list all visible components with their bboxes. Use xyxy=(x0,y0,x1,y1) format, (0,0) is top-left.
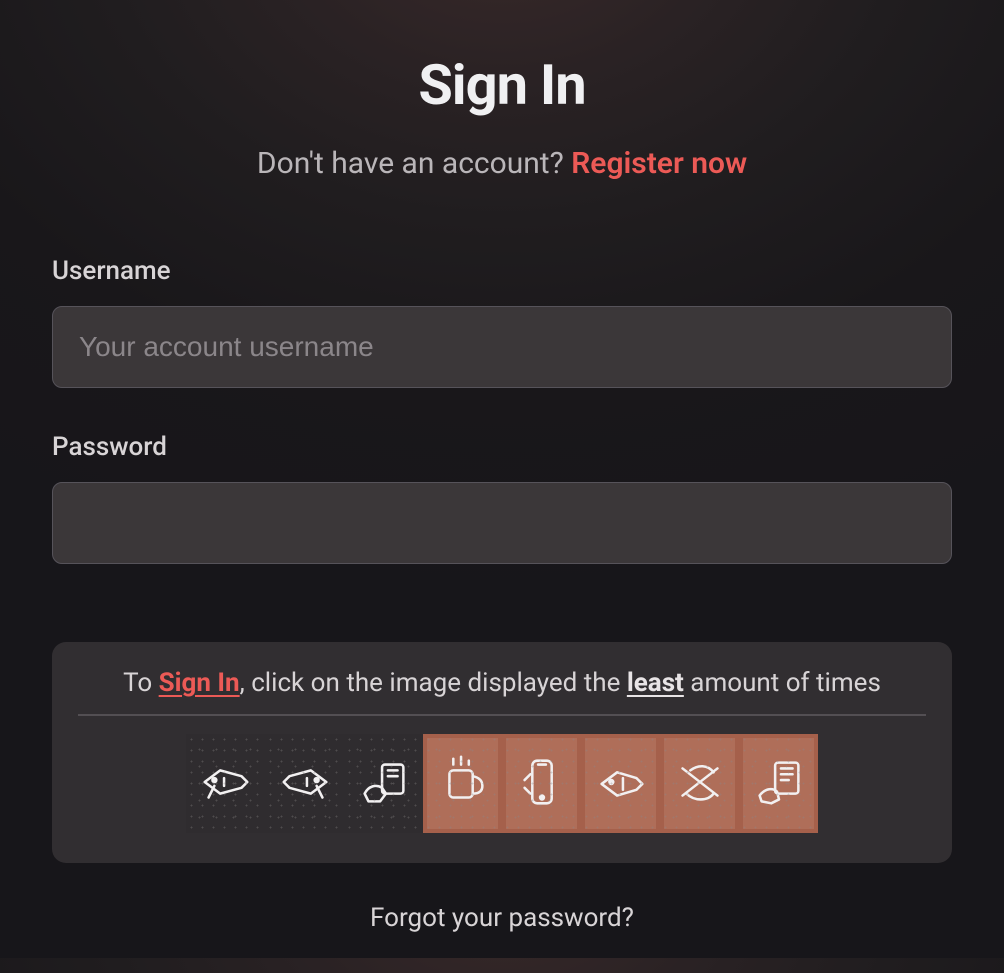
username-label: Username xyxy=(52,256,952,286)
forgot-password-link[interactable]: Forgot your password? xyxy=(52,903,952,933)
captcha-tile-6[interactable] xyxy=(581,734,660,833)
register-link[interactable]: Register now xyxy=(571,146,747,181)
captcha-instruction: To Sign In, click on the image displayed… xyxy=(78,668,926,716)
captcha-card: To Sign In, click on the image displayed… xyxy=(52,642,952,863)
password-group: Password xyxy=(52,432,952,564)
username-group: Username xyxy=(52,256,952,388)
captcha-tile-8[interactable] xyxy=(739,734,818,833)
password-input[interactable] xyxy=(52,482,952,564)
captcha-tile-2[interactable] xyxy=(265,734,344,833)
captcha-prefix: To xyxy=(123,668,159,698)
subtitle: Don't have an account? Register now xyxy=(52,146,952,181)
captcha-glyph-icon xyxy=(748,751,810,817)
page-title: Sign In xyxy=(52,52,952,118)
captcha-tile-3[interactable] xyxy=(344,734,423,833)
username-input[interactable] xyxy=(52,306,952,388)
captcha-glyph-icon xyxy=(511,751,573,817)
captcha-tile-4[interactable] xyxy=(423,734,502,833)
captcha-signin-word: Sign In xyxy=(159,668,240,698)
captcha-tile-row xyxy=(78,734,926,833)
signin-form: Username Password To Sign In, click on t… xyxy=(52,256,952,933)
captcha-mid: , click on the image displayed the xyxy=(240,668,627,698)
captcha-glyph-icon xyxy=(432,751,494,817)
captcha-glyph-icon xyxy=(195,751,257,817)
captcha-suffix: amount of times xyxy=(684,668,881,698)
captcha-tile-5[interactable] xyxy=(502,734,581,833)
captcha-tile-7[interactable] xyxy=(660,734,739,833)
captcha-glyph-icon xyxy=(353,751,415,817)
captcha-least-word: least xyxy=(627,668,684,698)
captcha-tile-1[interactable] xyxy=(186,734,265,833)
captcha-glyph-icon xyxy=(590,751,652,817)
subtitle-text: Don't have an account? xyxy=(257,146,571,181)
password-label: Password xyxy=(52,432,952,462)
captcha-glyph-icon xyxy=(274,751,336,817)
captcha-glyph-icon xyxy=(669,751,731,817)
